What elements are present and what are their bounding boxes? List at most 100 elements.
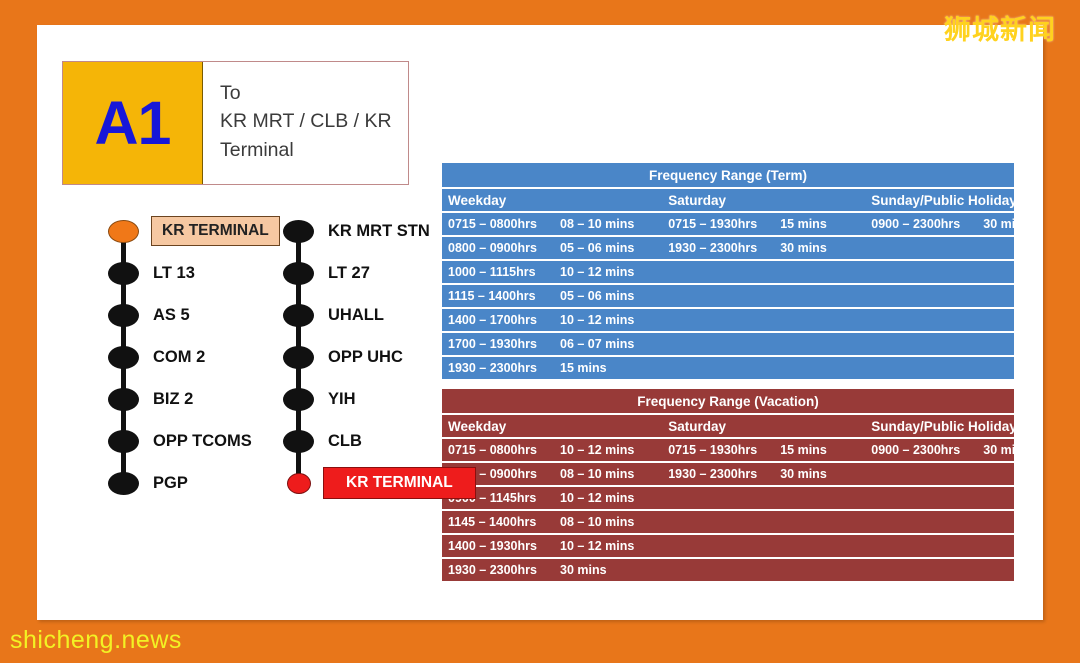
table-row: 1000 – 1115hrs 10 – 12 mins — [442, 261, 1014, 283]
frequency-cell: 0900 – 2300hrs 30 mins — [865, 439, 1014, 461]
interval: 10 – 12 mins — [560, 491, 635, 505]
frequency-cell-empty — [662, 261, 866, 283]
stop-row: OPP TCOMS — [102, 420, 292, 462]
interval: 30 mins — [780, 241, 827, 255]
column-header: Sunday/Public Holiday — [865, 189, 1014, 211]
frequency-cell: 1400 – 1700hrs 10 – 12 mins — [442, 309, 663, 331]
time-range: 1930 – 2300hrs — [448, 361, 537, 375]
route-number-badge: A1 — [63, 62, 203, 184]
stop-dot-icon — [283, 219, 314, 243]
route-destination-line2: Terminal — [220, 138, 294, 161]
stop-row: UHALL — [277, 294, 467, 336]
table-cell-first: 0900 — [902, 134, 932, 150]
table-cell-day: Sunday/Public Holiday — [734, 134, 875, 150]
slide-frame: 狮城新闻 shicheng.news A1 To KR MRT / CLB / … — [0, 0, 1080, 663]
interval: 08 – 10 mins — [560, 217, 635, 231]
stop-row: AS 5 — [102, 294, 292, 336]
interval: 05 – 06 mins — [560, 241, 635, 255]
time-range: 0715 – 1930hrs — [668, 443, 758, 457]
stop-dot-icon — [108, 429, 139, 453]
stop-dot-icon — [108, 261, 139, 285]
table-row: 1400 – 1930hrs 10 – 12 mins — [442, 535, 1014, 557]
stop-dot-icon — [283, 345, 314, 369]
table-cell-last: 2300 — [971, 86, 1000, 102]
interval: 05 – 06 mins — [560, 289, 635, 303]
stop-row: LT 13 — [102, 252, 292, 294]
table-cell-day: Sunday/Public Holiday — [447, 134, 588, 150]
column-header: (Term) — [447, 62, 487, 78]
table-cell-first: 0715 — [902, 86, 932, 102]
first-last-bus-term-table: (Term) First Bus Last Bus Weekday 0715 2300 Sa… — [442, 57, 727, 155]
time-range: 1115 – 1400hrs — [448, 289, 536, 303]
time-range: 0900 – 2300hrs — [871, 217, 961, 231]
frequency-cell: 1930 – 2300hrs 30 mins — [662, 463, 866, 485]
table-header-row: (Vacation) First Bus Last Bus — [729, 59, 1014, 81]
watermark-top-right: 狮城新闻 — [944, 15, 1056, 45]
table-title: Frequency Range (Term) — [442, 163, 1014, 187]
table-title-row: Frequency Range (Term) — [442, 163, 1014, 187]
table-row: 1115 – 1400hrs 05 – 06 mins — [442, 285, 1014, 307]
frequency-range-term-table: Frequency Range (Term) Weekday Saturday Sun… — [442, 161, 1014, 381]
stop-row: BIZ 2 — [102, 378, 292, 420]
frequency-cell: 0715 – 0800hrs 08 – 10 mins — [442, 213, 663, 235]
stop-row: CLB — [277, 420, 467, 462]
time-range: 1400 – 1930hrs — [448, 539, 537, 553]
column-header: Last Bus — [950, 62, 1006, 78]
stop-name-label: OPP UHC — [328, 347, 403, 366]
table-cell-first: 0715 — [615, 86, 645, 102]
stop-dot-icon — [108, 387, 139, 411]
time-range: 0900 – 2300hrs — [871, 443, 961, 457]
stop-name-label: BIZ 2 — [153, 389, 194, 408]
stop-dot-icon — [283, 387, 314, 411]
frequency-cell-empty — [865, 333, 1014, 355]
frequency-cell-empty — [662, 333, 866, 355]
table-row: 0800 – 0900hrs 05 – 06 mins 1930 – 2300hrs… — [442, 237, 1014, 259]
table-cell-day: Weekday — [734, 86, 791, 102]
stop-dot-icon — [108, 345, 139, 369]
stop-list-right: KR MRT STN LT 27 UHALL OPP UHC YIH CLB KR TERM… — [277, 210, 476, 504]
column-header: (Vacation) — [734, 62, 797, 78]
frequency-cell-empty — [662, 535, 866, 557]
column-header: First Bus — [595, 62, 652, 78]
frequency-cell-empty — [662, 511, 866, 533]
table-header-row: Weekday Saturday Sunday/Public Holiday — [442, 189, 1014, 211]
time-range: 0715 – 0800hrs — [448, 217, 537, 231]
interval: 30 mins — [983, 217, 1014, 231]
interval: 10 – 12 mins — [560, 265, 635, 279]
table-row: 0900 – 1145hrs 10 – 12 mins — [442, 487, 1014, 509]
frequency-cell: 1930 – 2300hrs 30 mins — [442, 559, 663, 581]
frequency-cell-empty — [865, 511, 1014, 533]
stop-dot-icon — [283, 261, 314, 285]
table-cell-last: 2300 — [971, 134, 1000, 150]
stop-name-label: KR TERMINAL — [323, 467, 476, 499]
interval: 15 mins — [780, 217, 827, 231]
stop-name-label: LT 27 — [328, 263, 370, 282]
watermark-bottom-left: shicheng.news — [10, 626, 182, 654]
table-cell-day: Saturday — [734, 110, 790, 126]
stop-dot-icon — [108, 303, 139, 327]
stop-row: OPP UHC — [277, 336, 467, 378]
time-range: 1700 – 1930hrs — [448, 337, 537, 351]
frequency-cell: 0900 – 2300hrs 30 mins — [865, 213, 1014, 235]
time-range: 1930 – 2300hrs — [448, 563, 537, 577]
time-range: 1145 – 1400hrs — [448, 515, 537, 529]
route-destination-line1: KR MRT / CLB / KR — [220, 110, 392, 133]
frequency-cell: 0715 – 0800hrs 10 – 12 mins — [442, 439, 663, 461]
interval: 10 – 12 mins — [560, 313, 635, 327]
frequency-cell: 1115 – 1400hrs 05 – 06 mins — [442, 285, 663, 307]
frequency-range-vacation-table: Frequency Range (Vacation) Weekday Saturda… — [442, 387, 1014, 583]
interval: 30 mins — [780, 467, 827, 481]
interval: 08 – 10 mins — [560, 467, 635, 481]
table-cell-first: 0715 — [902, 110, 932, 126]
table-row: 1145 – 1400hrs 08 – 10 mins — [442, 511, 1014, 533]
table-cell-last: 2300 — [971, 110, 1000, 126]
stop-name-label: UHALL — [328, 305, 384, 324]
stop-name-label: KR MRT STN — [328, 221, 430, 240]
table-cell-last: 2300 — [684, 86, 713, 102]
stop-dot-icon — [283, 303, 314, 327]
column-header: Saturday — [662, 189, 866, 211]
table-row: 1700 – 1930hrs 06 – 07 mins — [442, 333, 1014, 355]
time-range: 0715 – 1930hrs — [668, 217, 758, 231]
frequency-cell-empty — [662, 487, 866, 509]
interval: 15 mins — [780, 443, 827, 457]
